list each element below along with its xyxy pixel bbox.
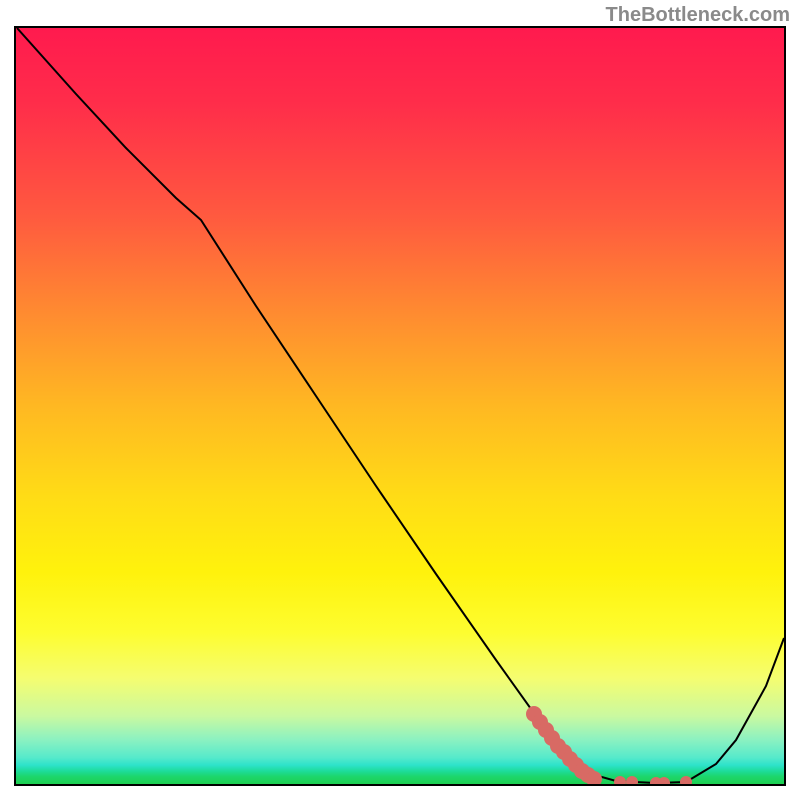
watermark-text: TheBottleneck.com [606, 4, 790, 27]
scatter-dot [614, 776, 626, 784]
chart-frame [14, 26, 786, 786]
scatter-dot [626, 776, 638, 784]
scatter-dot [658, 777, 670, 784]
chart-svg [16, 28, 784, 784]
curve-line [17, 28, 784, 783]
scatter-dot [680, 776, 692, 784]
